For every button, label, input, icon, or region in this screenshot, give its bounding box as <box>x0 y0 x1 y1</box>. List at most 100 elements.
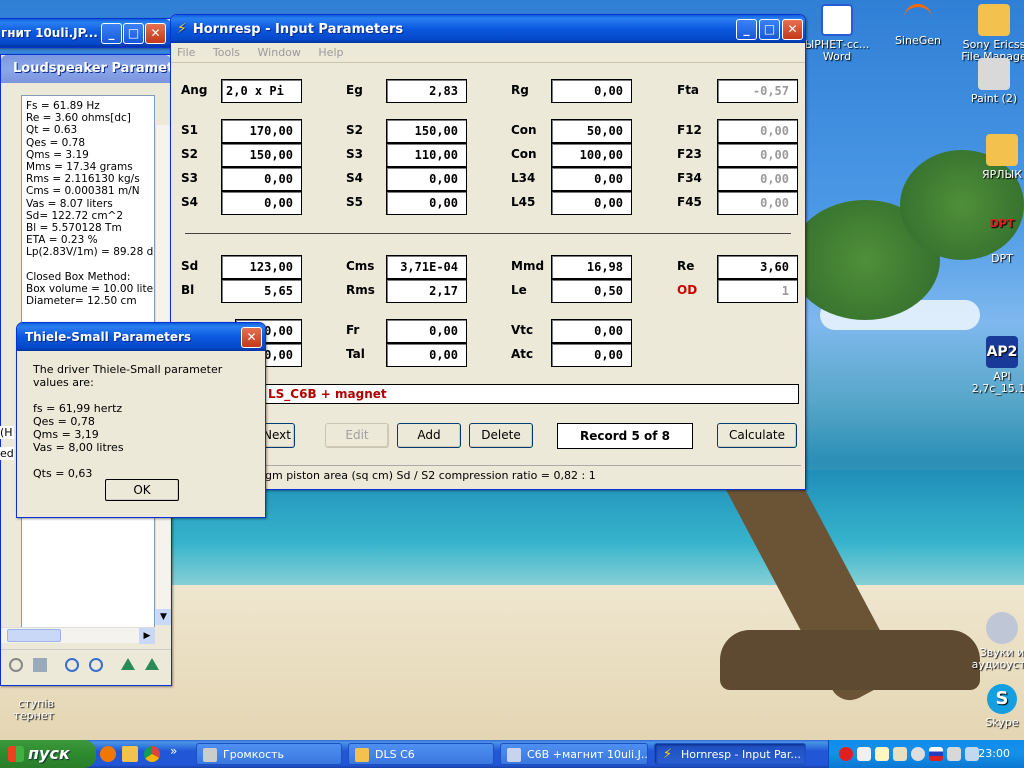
thiele-small-dialog[interactable]: Thiele-Small Parameters ✕ The driver Thi… <box>16 322 266 518</box>
ts-value: Qms = 3,19 <box>33 428 99 441</box>
flag-icon[interactable] <box>929 747 943 761</box>
parameter-line: Qes = 0.78 <box>26 136 86 149</box>
chrome-icon[interactable] <box>144 746 160 762</box>
window-icon[interactable] <box>857 747 871 761</box>
param-input[interactable]: 0,00 <box>717 167 798 191</box>
volume-icon[interactable] <box>947 747 961 761</box>
maximize-button[interactable]: □ <box>759 19 780 40</box>
param-input[interactable]: 0,00 <box>386 167 467 191</box>
scroll-right-icon[interactable]: ▶ <box>139 628 155 644</box>
background-image-window[interactable]: гнит 10uli.JP... _ □ ✕ <box>0 18 172 48</box>
gadget-icon[interactable] <box>893 747 907 761</box>
pan-icon[interactable] <box>9 658 23 672</box>
delete-button[interactable]: Delete <box>469 423 533 448</box>
add-button[interactable]: Add <box>397 423 461 448</box>
param-label: L34 <box>511 171 536 185</box>
desktop-icon-label: Word <box>822 50 852 63</box>
mountain-icon[interactable] <box>121 658 135 670</box>
avast-icon[interactable] <box>100 746 116 762</box>
desktop-icon-api[interactable]: AP2 API 2,7c_15.10 <box>960 336 1024 395</box>
ok-button[interactable]: OK <box>105 479 179 501</box>
maximize-button[interactable]: □ <box>123 23 144 44</box>
zoom-in-icon[interactable] <box>65 658 79 672</box>
taskbar-item-image[interactable]: C6B +магнит 10uli.J... <box>500 743 648 765</box>
folder-icon[interactable] <box>122 746 138 762</box>
taskbar-item-dls[interactable]: DLS C6 <box>348 743 494 765</box>
minimize-button[interactable]: _ <box>736 19 757 40</box>
desktop-icon-sony-ericsson[interactable]: Sony Ericss File Manage <box>952 4 1024 63</box>
close-button[interactable]: ✕ <box>145 23 166 44</box>
menu-tools[interactable]: Tools <box>213 43 240 63</box>
chevron-right-icon[interactable]: » <box>170 744 177 758</box>
notepad-icon[interactable] <box>875 747 889 761</box>
param-input[interactable]: 0,00 <box>551 319 632 343</box>
rotate-icon[interactable] <box>33 658 47 672</box>
param-input[interactable]: 2,83 <box>386 79 467 103</box>
param-input[interactable]: 5,65 <box>221 279 302 303</box>
start-button[interactable]: пуск <box>0 740 96 768</box>
param-input[interactable]: 170,00 <box>221 119 302 143</box>
desktop-icon-word[interactable]: ЫРНЕТ-сс... Word <box>795 4 879 63</box>
minimize-button[interactable]: _ <box>101 23 122 44</box>
param-input[interactable]: 0,00 <box>221 167 302 191</box>
param-input[interactable]: 0,00 <box>386 191 467 215</box>
desktop-icon-sinegen[interactable]: SineGen <box>876 4 960 47</box>
param-input[interactable]: 150,00 <box>221 143 302 167</box>
side-fragment: eda <box>0 447 14 460</box>
desktop-icon-internet[interactable]: ступів тернет <box>0 698 54 722</box>
desktop-icon-skype[interactable]: S Skype <box>960 684 1024 729</box>
close-button[interactable]: ✕ <box>782 19 803 40</box>
horizontal-scrollbar[interactable]: ▶ <box>1 627 155 644</box>
param-input[interactable]: 0,00 <box>551 343 632 367</box>
desktop-icon-sounds[interactable]: Звуки и аудиоустр <box>960 612 1024 671</box>
param-input[interactable]: 16,98 <box>551 255 632 279</box>
record-name-field[interactable]: LS_C6B + magnet <box>263 384 799 404</box>
parameter-line: ETA = 0.23 % <box>26 234 98 247</box>
param-input[interactable]: 0,00 <box>551 191 632 215</box>
desktop-icon-dpt[interactable]: DPT DPT <box>960 218 1024 265</box>
param-input[interactable]: 110,00 <box>386 143 467 167</box>
calculate-button[interactable]: Calculate <box>717 423 797 448</box>
desktop-icon-shortcut[interactable]: ЯРЛЫК <box>960 134 1024 181</box>
menu-help[interactable]: Help <box>318 43 343 63</box>
clock[interactable]: 23:00 <box>978 740 1010 768</box>
param-input[interactable]: 0,00 <box>717 119 798 143</box>
param-input[interactable]: 150,00 <box>386 119 467 143</box>
menu-window[interactable]: Window <box>258 43 301 63</box>
desktop-icon-label: 2,7c_15.10 <box>971 382 1024 395</box>
edit-button[interactable]: Edit <box>325 423 389 448</box>
zoom-out-icon[interactable] <box>89 658 103 672</box>
close-button[interactable]: ✕ <box>241 327 262 348</box>
param-input[interactable]: 2,17 <box>386 279 467 303</box>
scroll-thumb[interactable] <box>7 629 61 642</box>
taskbar-item-volume[interactable]: Громкость <box>196 743 342 765</box>
network-icon[interactable] <box>965 747 979 761</box>
status-bar: gm piston area (sq cm) Sd / S2 compressi… <box>175 465 801 485</box>
param-input[interactable]: 3,60 <box>717 255 798 279</box>
param-label: Rms <box>346 283 375 297</box>
opera-icon[interactable] <box>839 747 853 761</box>
param-input[interactable]: -0,57 <box>717 79 798 103</box>
param-input[interactable]: 0,00 <box>386 343 467 367</box>
next-button[interactable]: Next <box>263 423 295 448</box>
menu-bar: File Tools Window Help <box>171 43 805 63</box>
param-input[interactable]: 0,00 <box>717 191 798 215</box>
scroll-down-icon[interactable]: ▼ <box>156 609 171 625</box>
param-input[interactable]: 2,0 x Pi <box>221 79 302 103</box>
param-input[interactable]: 0,00 <box>551 167 632 191</box>
param-input[interactable]: 100,00 <box>551 143 632 167</box>
mountain-icon[interactable] <box>145 658 159 670</box>
param-input[interactable]: 0,00 <box>386 319 467 343</box>
param-input[interactable]: 123,00 <box>221 255 302 279</box>
param-input[interactable]: 0,50 <box>551 279 632 303</box>
param-input[interactable]: 0,00 <box>717 143 798 167</box>
param-input[interactable]: 3,71E-04 <box>386 255 467 279</box>
param-input[interactable]: 1 <box>717 279 798 303</box>
menu-file[interactable]: File <box>177 43 195 63</box>
desktop-icon-paint[interactable]: Paint (2) <box>952 58 1024 105</box>
param-input[interactable]: 0,00 <box>551 79 632 103</box>
sync-icon[interactable] <box>911 747 925 761</box>
param-input[interactable]: 0,00 <box>221 191 302 215</box>
taskbar-item-hornresp[interactable]: ⚡ Hornresp - Input Par... <box>654 743 806 765</box>
param-input[interactable]: 50,00 <box>551 119 632 143</box>
